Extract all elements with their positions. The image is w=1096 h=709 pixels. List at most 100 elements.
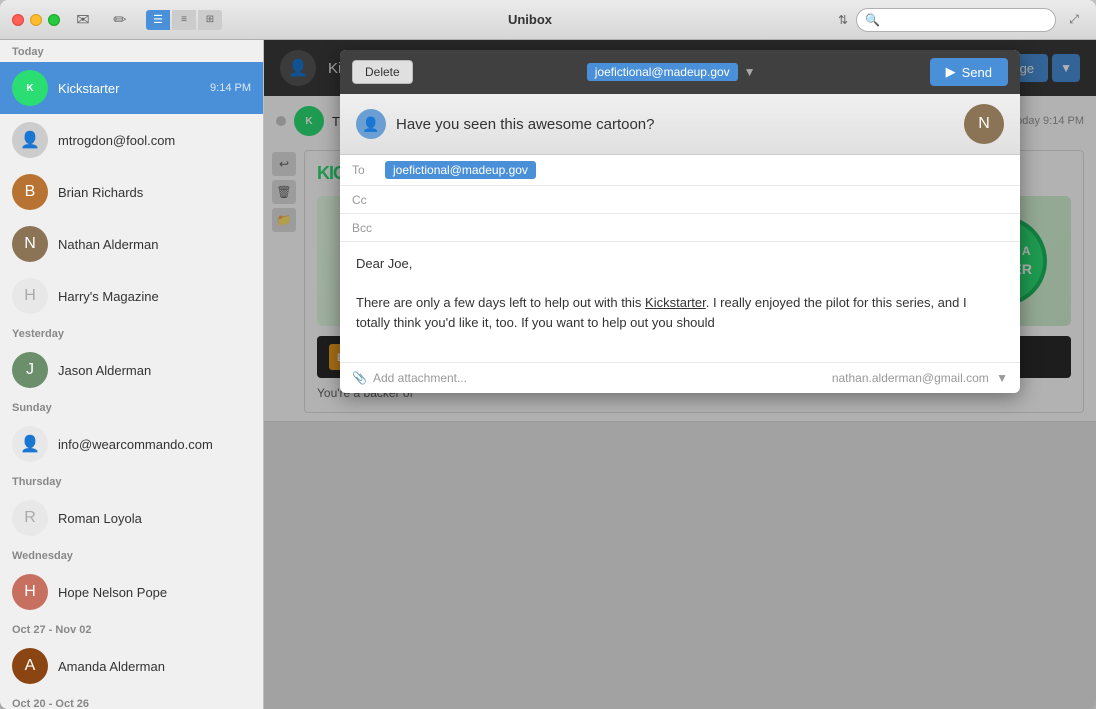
sidebar-item-commando[interactable]: 👤 info@wearcommando.com <box>0 418 263 470</box>
close-button[interactable] <box>12 14 24 26</box>
compose-subject[interactable]: Have you seen this awesome cartoon? <box>396 116 954 133</box>
amanda-info: Amanda Alderman <box>58 659 251 674</box>
compose-subject-header: 👤 Have you seen this awesome cartoon? N <box>340 94 1020 155</box>
expand-icon[interactable]: ⤢ <box>1064 10 1084 30</box>
paperclip-icon: 📎 <box>352 371 367 385</box>
compose-overlay: Delete joefictional@madeup.gov ▼ ▶ Send <box>264 40 1096 709</box>
compose-bcc-row: Bcc <box>340 214 1020 242</box>
oct20-section-header: Oct 20 - Oct 26 <box>0 692 263 709</box>
avatar-mtrogdon: 👤 <box>12 122 48 158</box>
nathan-name: Nathan Alderman <box>58 237 251 252</box>
thursday-section-header: Thursday <box>0 470 263 492</box>
amanda-name: Amanda Alderman <box>58 659 251 674</box>
sidebar-item-mtrogdon[interactable]: 👤 mtrogdon@fool.com <box>0 114 263 166</box>
hope-name: Hope Nelson Pope <box>58 585 251 600</box>
cc-input[interactable] <box>385 192 1008 207</box>
attach-button[interactable]: 📎 Add attachment... <box>352 371 467 385</box>
sidebar-item-roman[interactable]: R Roman Loyola <box>0 492 263 544</box>
delete-button[interactable]: Delete <box>352 60 413 84</box>
brian-info: Brian Richards <box>58 185 251 200</box>
roman-name: Roman Loyola <box>58 511 251 526</box>
jason-info: Jason Alderman <box>58 363 251 378</box>
view-switcher: ☰ ≡ ⊞ <box>146 10 222 30</box>
bcc-input[interactable] <box>385 220 1008 235</box>
jason-name: Jason Alderman <box>58 363 251 378</box>
traffic-lights <box>12 14 60 26</box>
avatar-roman: R <box>12 500 48 536</box>
from-dropdown-arrow[interactable]: ▼ <box>996 371 1008 385</box>
content-area: Delete joefictional@madeup.gov ▼ ▶ Send <box>264 40 1096 709</box>
sidebar-item-harrys[interactable]: H Harry's Magazine <box>0 270 263 322</box>
nathan-info: Nathan Alderman <box>58 237 251 252</box>
compose-footer: 📎 Add attachment... nathan.alderman@gmai… <box>340 362 1020 393</box>
sidebar-item-brian[interactable]: B Brian Richards <box>0 166 263 218</box>
body-line1: Dear Joe, <box>356 254 1004 274</box>
sidebar-item-hope[interactable]: H Hope Nelson Pope <box>0 566 263 618</box>
mtrogdon-name: mtrogdon@fool.com <box>58 133 251 148</box>
main-area: Today K Kickstarter 9:14 PM 👤 mtrogdon@f… <box>0 40 1096 709</box>
fullscreen-button[interactable] <box>48 14 60 26</box>
oct27-section-header: Oct 27 - Nov 02 <box>0 618 263 640</box>
sidebar-item-jason[interactable]: J Jason Alderman <box>0 344 263 396</box>
kickstarter-info: Kickstarter <box>58 81 200 96</box>
search-icon: 🔍 <box>865 13 880 27</box>
bcc-label: Bcc <box>352 221 377 235</box>
recipient-area: joefictional@madeup.gov ▼ <box>587 63 756 81</box>
compose-cc-row: Cc <box>340 186 1020 214</box>
sidebar: Today K Kickstarter 9:14 PM 👤 mtrogdon@f… <box>0 40 264 709</box>
harrys-name: Harry's Magazine <box>58 289 251 304</box>
compose-icon[interactable]: ✏ <box>106 10 134 30</box>
avatar-kickstarter: K <box>12 70 48 106</box>
sidebar-item-amanda[interactable]: A Amanda Alderman <box>0 640 263 692</box>
commando-info: info@wearcommando.com <box>58 437 251 452</box>
app-window: ✉ ✏ ☰ ≡ ⊞ Unibox ⇅ 🔍 ⤢ <box>0 0 1096 709</box>
send-button[interactable]: ▶ Send <box>930 58 1008 86</box>
to-label: To <box>352 163 377 177</box>
compose-body[interactable]: Dear Joe, There are only a few days left… <box>340 242 1020 362</box>
mail-icon: ✉ <box>76 10 89 30</box>
window-title: Unibox <box>230 12 830 27</box>
compose-sender-avatar: N <box>964 104 1004 144</box>
hope-info: Hope Nelson Pope <box>58 585 251 600</box>
avatar-hope: H <box>12 574 48 610</box>
person-icon: 👤 <box>362 116 379 133</box>
compose-toolbar: Delete joefictional@madeup.gov ▼ ▶ Send <box>340 50 1020 94</box>
avatar-harrys: H <box>12 278 48 314</box>
body-line2: There are only a few days left to help o… <box>356 293 1004 332</box>
brian-name: Brian Richards <box>58 185 251 200</box>
list-view-button[interactable]: ☰ <box>146 10 170 30</box>
search-input[interactable] <box>884 13 1047 27</box>
today-section-header: Today <box>0 40 263 62</box>
mtrogdon-info: mtrogdon@fool.com <box>58 133 251 148</box>
commando-name: info@wearcommando.com <box>58 437 251 452</box>
avatar-nathan: N <box>12 226 48 262</box>
sidebar-item-kickstarter[interactable]: K Kickstarter 9:14 PM <box>0 62 263 114</box>
titlebar: ✉ ✏ ☰ ≡ ⊞ Unibox ⇅ 🔍 ⤢ <box>0 0 1096 40</box>
avatar-brian: B <box>12 174 48 210</box>
avatar-commando: 👤 <box>12 426 48 462</box>
kickstarter-time: 9:14 PM <box>210 82 251 94</box>
avatar-amanda: A <box>12 648 48 684</box>
kickstarter-link[interactable]: Kickstarter <box>645 295 706 310</box>
minimize-button[interactable] <box>30 14 42 26</box>
roman-info: Roman Loyola <box>58 511 251 526</box>
compose-user-icon: 👤 <box>356 109 386 139</box>
search-bar: 🔍 <box>856 8 1056 32</box>
from-address: nathan.alderman@gmail.com ▼ <box>832 371 1008 385</box>
compose-to-row: To joefictional@madeup.gov <box>340 155 1020 186</box>
grid-view-button[interactable]: ⊞ <box>198 10 222 30</box>
kickstarter-name: Kickstarter <box>58 81 200 96</box>
cc-label: Cc <box>352 193 377 207</box>
dropdown-arrow[interactable]: ▼ <box>744 65 756 79</box>
yesterday-section-header: Yesterday <box>0 322 263 344</box>
wednesday-section-header: Wednesday <box>0 544 263 566</box>
sort-control: ⇅ <box>838 13 848 27</box>
sidebar-item-nathan[interactable]: N Nathan Alderman <box>0 218 263 270</box>
compose-panel: Delete joefictional@madeup.gov ▼ ▶ Send <box>340 50 1020 393</box>
sunday-section-header: Sunday <box>0 396 263 418</box>
compact-view-button[interactable]: ≡ <box>172 10 196 30</box>
recipient-badge: joefictional@madeup.gov <box>587 63 738 81</box>
harrys-info: Harry's Magazine <box>58 289 251 304</box>
to-recipient-badge[interactable]: joefictional@madeup.gov <box>385 161 536 179</box>
avatar-jason: J <box>12 352 48 388</box>
